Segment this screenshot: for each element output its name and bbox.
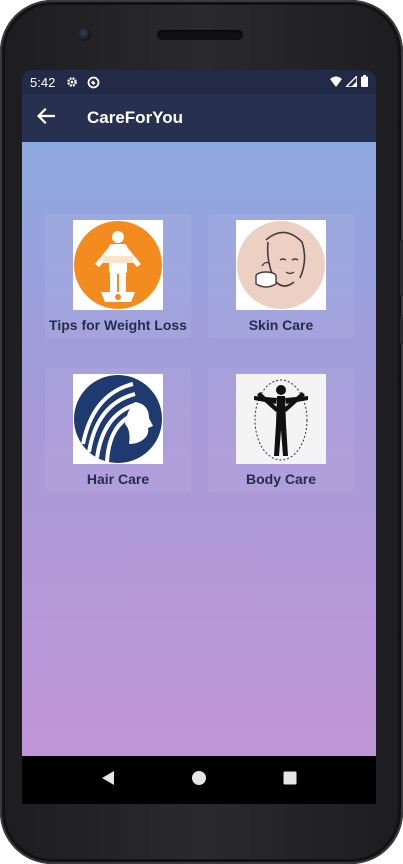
phone-frame: 5:42 CareForYou Tips for Weight Loss Ski… — [0, 0, 403, 864]
category-grid: Tips for Weight Loss Skin Care Hair Care… — [22, 142, 376, 756]
nav-home-button[interactable] — [179, 760, 219, 800]
back-triangle-icon — [101, 770, 115, 791]
sync-icon — [86, 75, 100, 89]
system-nav-bar — [22, 756, 376, 804]
category-label: Hair Care — [86, 471, 150, 487]
home-circle-icon — [191, 770, 207, 791]
wifi-icon — [330, 75, 342, 90]
cellular-signal-icon — [344, 74, 358, 90]
app-title: CareForYou — [87, 108, 184, 127]
app-bar: CareForYou — [22, 94, 376, 142]
category-label: Skin Care — [248, 317, 314, 333]
category-card-skin-care[interactable]: Skin Care — [208, 214, 354, 338]
weight-loss-image — [73, 220, 163, 310]
back-button[interactable] — [22, 94, 70, 142]
arrow-left-icon — [36, 107, 56, 129]
category-card-hair-care[interactable]: Hair Care — [45, 368, 191, 492]
status-time: 5:42 — [30, 74, 56, 90]
category-label: Body Care — [245, 471, 317, 487]
status-bar: 5:42 — [22, 70, 376, 94]
category-card-body-care[interactable]: Body Care — [208, 368, 354, 492]
front-camera — [78, 28, 91, 41]
category-label: Tips for Weight Loss — [49, 317, 187, 333]
settings-icon — [65, 75, 79, 89]
battery-icon — [361, 75, 368, 90]
nav-recents-button[interactable] — [270, 760, 310, 800]
hair-care-image — [73, 374, 163, 464]
screen: 5:42 CareForYou Tips for Weight Loss Ski… — [22, 70, 376, 804]
skin-care-image — [236, 220, 326, 310]
body-care-image — [236, 374, 326, 464]
recents-square-icon — [283, 771, 297, 790]
category-card-weight-loss[interactable]: Tips for Weight Loss — [45, 214, 191, 338]
nav-back-button[interactable] — [88, 760, 128, 800]
earpiece-speaker — [157, 30, 243, 40]
